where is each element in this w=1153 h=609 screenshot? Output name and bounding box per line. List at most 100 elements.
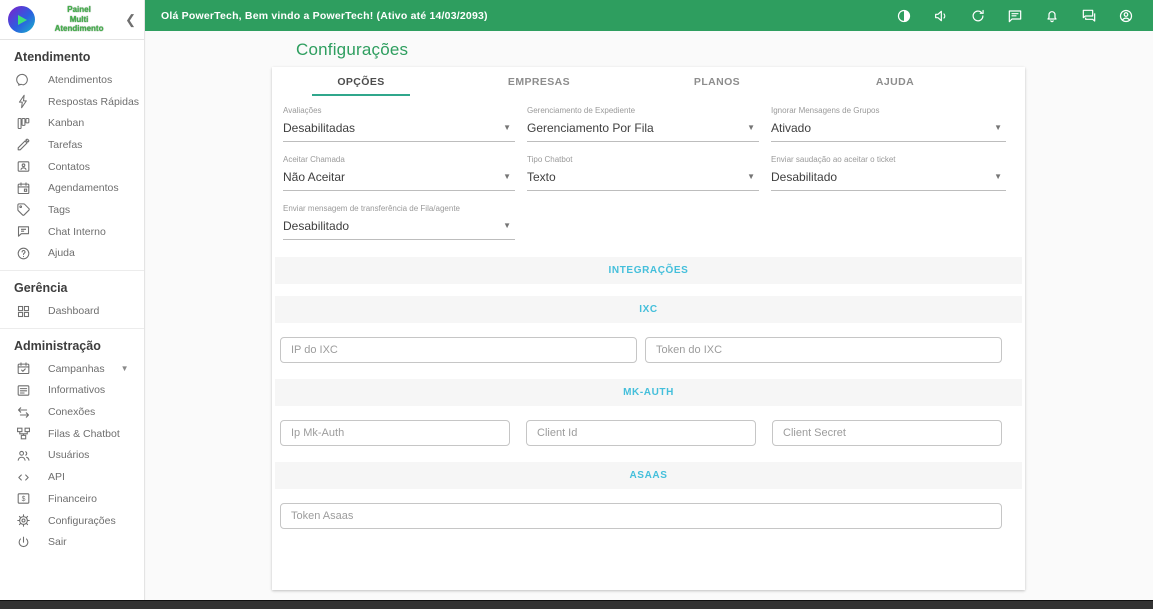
caret-down-icon: ▼	[747, 172, 755, 181]
select-gerenciamento-expediente[interactable]: Gerenciamento de Expediente Gerenciament…	[527, 106, 759, 142]
select-label: Aceitar Chamada	[283, 155, 345, 164]
mkauth-ip-input[interactable]	[280, 420, 510, 446]
select-mensagem-transferencia[interactable]: Enviar mensagem de transferência de Fila…	[283, 204, 515, 240]
refresh-icon[interactable]	[969, 7, 987, 25]
sidebar-item-filas-chatbot[interactable]: Filas & Chatbot	[0, 423, 144, 445]
settings-card: OPÇÕES EMPRESAS PLANOS AJUDA Avaliações …	[272, 67, 1025, 590]
select-label: Enviar saudação ao aceitar o ticket	[771, 155, 896, 164]
select-aceitar-chamada[interactable]: Aceitar Chamada Não Aceitar ▼	[283, 155, 515, 191]
caret-down-icon: ▼	[503, 221, 511, 230]
brand-line1: Painel	[67, 5, 91, 15]
sidebar-item-api[interactable]: API	[0, 466, 144, 488]
pencil-icon	[15, 137, 31, 152]
sidebar-item-agendamentos[interactable]: Agendamentos	[0, 177, 144, 199]
select-label: Gerenciamento de Expediente	[527, 106, 636, 115]
volume-icon[interactable]	[932, 7, 950, 25]
sidebar-item-usuarios[interactable]: Usuários	[0, 445, 144, 467]
select-value: Não Aceitar	[283, 170, 346, 184]
tab-empresas[interactable]: EMPRESAS	[450, 67, 628, 96]
sidebar-item-label: API	[48, 471, 65, 484]
account-icon[interactable]	[1117, 7, 1135, 25]
sidebar-item-label: Sair	[48, 536, 67, 549]
brand-line2: Multi	[69, 14, 89, 24]
select-label: Enviar mensagem de transferência de Fila…	[283, 204, 460, 213]
ixc-ip-input[interactable]	[280, 337, 637, 363]
sidebar-item-tarefas[interactable]: Tarefas	[0, 134, 144, 156]
sidebar-item-label: Chat Interno	[48, 225, 106, 238]
sidebar-item-dashboard[interactable]: Dashboard	[0, 300, 144, 322]
news-icon	[15, 383, 31, 398]
sidebar-item-tags[interactable]: Tags	[0, 199, 144, 221]
calendar-icon	[15, 181, 31, 196]
sidebar-item-financeiro[interactable]: $ Financeiro	[0, 488, 144, 510]
gear-icon	[15, 513, 31, 528]
swap-icon	[15, 405, 31, 420]
sidebar-item-kanban[interactable]: Kanban	[0, 112, 144, 134]
kanban-icon	[15, 116, 31, 131]
sidebar-item-label: Financeiro	[48, 492, 98, 505]
sidebar-item-label: Campanhas	[48, 362, 105, 375]
select-tipo-chatbot[interactable]: Tipo Chatbot Texto ▼	[527, 155, 759, 191]
sidebar-item-informativos[interactable]: Informativos	[0, 380, 144, 402]
sidebar-item-respostas-rapidas[interactable]: Respostas Rápidas	[0, 91, 144, 113]
dashboard-icon	[15, 304, 31, 319]
sidebar-item-ajuda[interactable]: Ajuda	[0, 243, 144, 265]
notifications-bell-icon[interactable]	[1043, 7, 1061, 25]
sidebar-section-gerencia: Gerência	[14, 281, 68, 296]
sidebar-item-conexoes[interactable]: Conexões	[0, 401, 144, 423]
ixc-token-input[interactable]	[645, 337, 1002, 363]
sidebar-item-configuracoes[interactable]: Configurações	[0, 510, 144, 532]
sidebar-section-administracao: Administração	[14, 338, 101, 353]
select-label: Ignorar Mensagens de Grupos	[771, 106, 880, 115]
select-label: Avaliações	[283, 106, 322, 115]
tag-icon	[15, 202, 31, 217]
caret-down-icon: ▼	[503, 172, 511, 181]
sidebar: Atendimento Atendimentos Respostas Rápid…	[0, 40, 145, 600]
select-ignorar-mensagens-grupos[interactable]: Ignorar Mensagens de Grupos Ativado ▼	[771, 106, 1006, 142]
sidebar-item-atendimentos[interactable]: Atendimentos	[0, 69, 144, 91]
mkauth-client-id-input[interactable]	[526, 420, 756, 446]
welcome-message: Olá PowerTech, Bem vindo a PowerTech! (A…	[161, 9, 488, 22]
sidebar-item-label: Conexões	[48, 406, 96, 419]
sidebar-item-sair[interactable]: Sair	[0, 531, 144, 553]
collapse-sidebar-icon[interactable]: ❮	[123, 12, 138, 28]
section-header-asaas: ASAAS	[275, 462, 1022, 489]
caret-down-icon: ▼	[747, 123, 755, 132]
sidebar-item-label: Tarefas	[48, 138, 83, 151]
sidebar-item-chat-interno[interactable]: Chat Interno	[0, 221, 144, 243]
sidebar-item-label: Usuários	[48, 449, 90, 462]
sidebar-item-label: Agendamentos	[48, 182, 119, 195]
svg-text:$: $	[21, 496, 25, 503]
select-value: Desabilitado	[771, 170, 838, 184]
caret-down-icon: ▼	[503, 123, 511, 132]
sidebar-section-atendimento: Atendimento	[14, 50, 91, 64]
dark-mode-icon[interactable]	[895, 7, 913, 25]
select-value: Desabilitadas	[283, 121, 356, 135]
select-enviar-saudacao[interactable]: Enviar saudação ao aceitar o ticket Desa…	[771, 155, 1006, 191]
tabs-bar: OPÇÕES EMPRESAS PLANOS AJUDA	[272, 67, 1025, 96]
select-value: Desabilitado	[283, 219, 350, 233]
announcement-icon[interactable]	[1006, 7, 1024, 25]
sidebar-item-label: Atendimentos	[48, 73, 113, 86]
options-form: Avaliações Desabilitadas ▼ Gerenciamento …	[272, 96, 1025, 240]
topbar-icons	[895, 7, 1135, 25]
campaign-calendar-icon	[15, 361, 31, 376]
chat-bubbles-icon[interactable]	[1080, 7, 1098, 25]
sidebar-item-label: Kanban	[48, 117, 85, 130]
chat-icon	[15, 224, 31, 239]
mkauth-client-secret-input[interactable]	[772, 420, 1002, 446]
sidebar-item-label: Configurações	[48, 514, 116, 527]
sidebar-item-label: Tags	[48, 203, 71, 216]
chevron-down-icon: ▼	[120, 364, 129, 374]
select-avaliacoes[interactable]: Avaliações Desabilitadas ▼	[283, 106, 515, 142]
select-value: Ativado	[771, 121, 812, 135]
tab-ajuda[interactable]: AJUDA	[806, 67, 984, 96]
sidebar-item-contatos[interactable]: Contatos	[0, 156, 144, 178]
tab-opcoes[interactable]: OPÇÕES	[272, 67, 450, 96]
asaas-token-input[interactable]	[280, 503, 1002, 529]
help-icon	[15, 246, 31, 261]
app-logo	[8, 6, 35, 33]
sidebar-item-campanhas[interactable]: Campanhas ▼	[0, 358, 144, 380]
brand-line3: Atendimento	[54, 24, 104, 34]
tab-planos[interactable]: PLANOS	[628, 67, 806, 96]
